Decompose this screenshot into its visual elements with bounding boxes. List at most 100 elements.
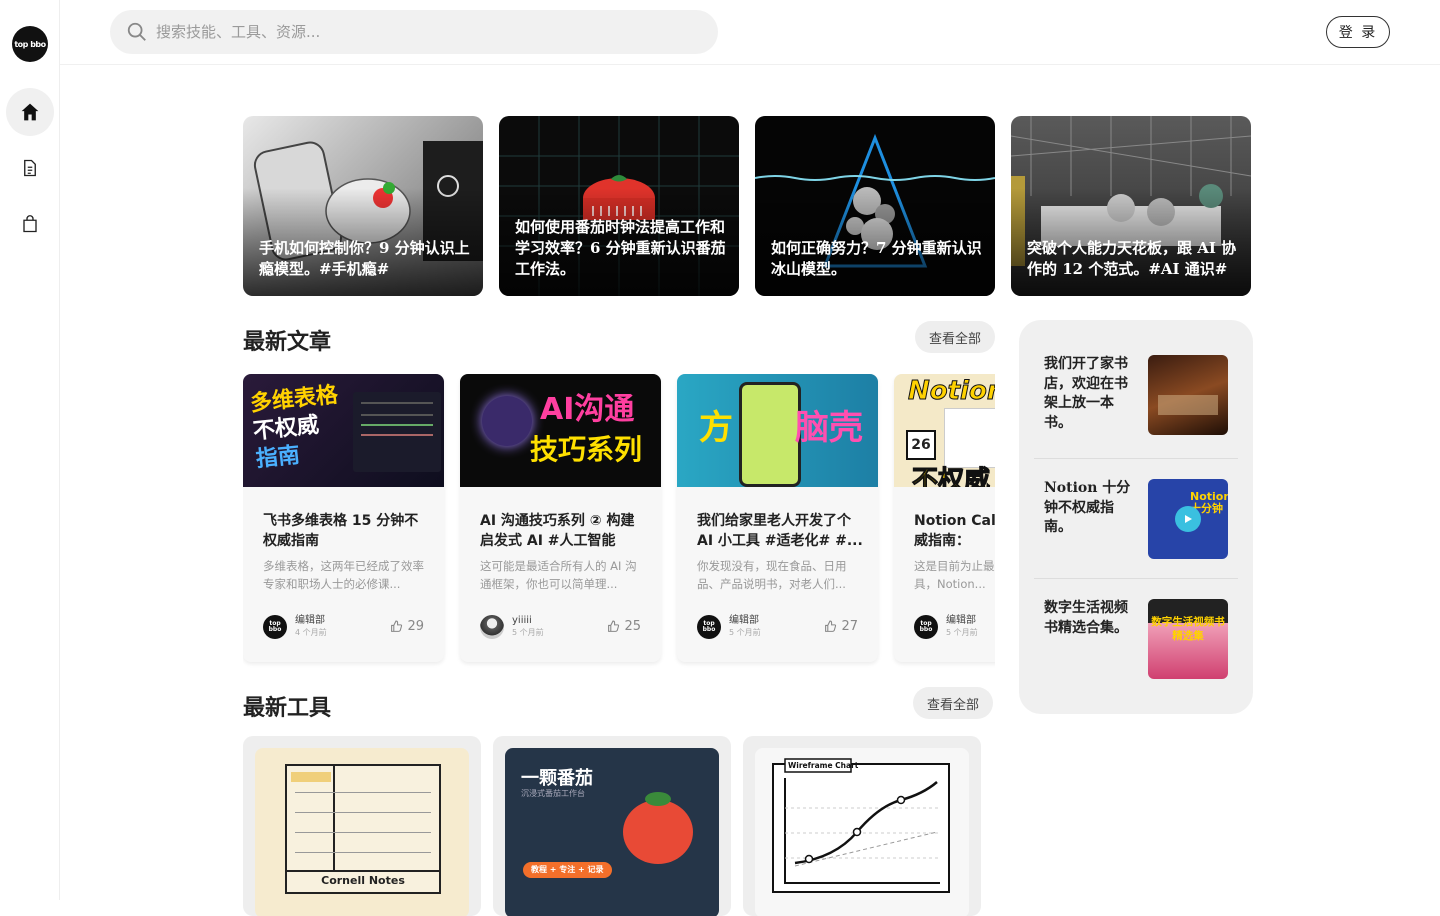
brain-illustration: [482, 396, 532, 446]
banner-card[interactable]: 手机如何控制你？9 分钟认识上瘾模型。#手机瘾#: [243, 116, 483, 296]
tool-subtitle: 沉浸式番茄工作台: [521, 789, 585, 798]
thumb-text: 26: [911, 437, 931, 453]
featured-panel: 我们开了家书店，欢迎在书架上放一本书。 Notion 十分钟不权威指南。 Not…: [1019, 320, 1253, 714]
avatar: top bbo: [263, 615, 287, 639]
featured-title: 数字生活视频书精选合集。: [1044, 600, 1128, 636]
banner-caption: 突破个人能力天花板，跟 AI 协作的 12 个范式。#AI 通识#: [1027, 239, 1237, 278]
view-all-tools-button[interactable]: 查看全部: [913, 687, 993, 719]
sidebar-item-home[interactable]: [6, 88, 54, 136]
thumb-text: Notion: [907, 376, 995, 407]
like-count: 29: [407, 619, 424, 634]
article-thumbnail: Notion 26 不权威: [894, 374, 995, 487]
thumb-text: 方: [699, 408, 733, 448]
banner-caption: 如何正确努力？7 分钟重新认识冰山模型。: [771, 239, 982, 278]
tool-preview: Wireframe Chart: [755, 748, 969, 916]
phone-illustration: [739, 382, 801, 487]
tool-card[interactable]: Cornell Notes: [243, 736, 481, 916]
thumb-text: 脑壳: [795, 408, 863, 448]
thumbs-up-icon: [825, 620, 837, 632]
home-icon: [21, 103, 39, 121]
avatar: [480, 615, 504, 639]
article-card[interactable]: AI沟通 技巧系列 AI 沟通技巧系列 ② 构建启发式 AI #人工智能 #..…: [460, 374, 661, 662]
tool-card[interactable]: 一颗番茄 沉浸式番茄工作台 教程 + 专注 + 记录: [493, 736, 731, 916]
featured-thumbnail: [1148, 355, 1228, 435]
like-button[interactable]: 29: [390, 619, 424, 634]
play-icon: [1175, 506, 1201, 532]
login-button[interactable]: 登 录: [1326, 16, 1390, 48]
tomato-illustration: [623, 800, 693, 864]
sidebar: top bbo: [0, 0, 60, 900]
tool-tag: 教程 + 专注 + 记录: [523, 862, 612, 878]
logo[interactable]: top bbo: [12, 26, 48, 62]
header: 登 录: [60, 0, 1440, 65]
banner-card[interactable]: 如何正确努力？7 分钟重新认识冰山模型。: [755, 116, 995, 296]
tool-preview: Cornell Notes: [255, 748, 469, 916]
article-author: yiiiii 5 个月前: [480, 615, 544, 639]
article-author: top bbo 编辑部 5 个月前: [697, 615, 761, 639]
banner-card[interactable]: 如何使用番茄时钟法提高工作和学习效率？6 分钟重新认识番茄工作法。: [499, 116, 739, 296]
shopping-bag-icon: [23, 215, 37, 233]
divider: [1034, 578, 1238, 579]
article-author: top bbo 编辑部 5 个月前: [914, 615, 978, 639]
sidebar-item-articles[interactable]: [6, 144, 54, 192]
article-desc: 这是目前为止最好用的日历工具，Notion...: [914, 559, 995, 591]
latest-tools-title: 最新工具: [243, 695, 332, 721]
featured-thumbnail: 数字生活视频书 精选集: [1148, 599, 1228, 679]
article-card[interactable]: 多维表格 不权威 指南 飞书多维表格 15 分钟不权威指南 多维表格，这两年已经…: [243, 374, 444, 662]
thumb-text: AI沟通: [540, 392, 635, 427]
featured-item[interactable]: Notion 十分钟不权威指南。 Notion 十分钟: [1034, 479, 1238, 599]
featured-thumbnail: Notion 十分钟: [1148, 479, 1228, 559]
tool-label: Cornell Notes: [321, 874, 405, 887]
divider: [1034, 458, 1238, 459]
article-author: top bbo 编辑部 4 个月前: [263, 615, 327, 639]
tool-preview: 一颗番茄 沉浸式番茄工作台 教程 + 专注 + 记录: [505, 748, 719, 916]
featured-title: 我们开了家书店，欢迎在书架上放一本书。: [1044, 356, 1128, 431]
author-name: 编辑部: [295, 615, 325, 626]
like-count: 25: [624, 619, 641, 634]
article-desc: 你发现没有，现在食品、日用品、产品说明书，对老人们...: [697, 559, 847, 591]
thumb-text: 数字生活视频书 精选集: [1151, 616, 1225, 642]
sidebar-item-shop[interactable]: [6, 200, 54, 248]
thumb-text: 技巧系列: [530, 433, 643, 466]
thumbs-up-icon: [608, 620, 620, 632]
author-name: yiiiii: [512, 615, 532, 626]
search-input[interactable]: [156, 23, 696, 41]
featured-title: Notion 十分钟不权威指南。: [1044, 480, 1131, 535]
tomato-leaf: [645, 792, 671, 806]
article-card[interactable]: Notion 26 不权威 Notion Calendar 不权威指南： 这是目…: [894, 374, 995, 662]
article-card[interactable]: 方 脑壳 我们给家里老人开发了个 AI 小工具 #适老化# #... 你发现没有…: [677, 374, 878, 662]
cornell-notes-illustration: Cornell Notes: [285, 764, 441, 894]
latest-articles-title: 最新文章: [243, 329, 332, 355]
banner-caption: 如何使用番茄时钟法提高工作和学习效率？6 分钟重新认识番茄工作法。: [515, 218, 726, 278]
thumbs-up-icon: [391, 620, 403, 632]
post-time: 4 个月前: [295, 628, 327, 637]
article-title: 我们给家里老人开发了个 AI 小工具 #适老化# #...: [697, 513, 863, 549]
avatar: top bbo: [697, 615, 721, 639]
like-count: 27: [841, 619, 858, 634]
article-title: Notion Calendar 不权威指南：: [914, 513, 995, 549]
view-all-articles-button[interactable]: 查看全部: [915, 321, 995, 353]
article-thumbnail: 多维表格 不权威 指南: [243, 374, 444, 487]
article-desc: 这可能是最适合所有人的 AI 沟通框架，你也可以简单理...: [480, 559, 637, 591]
article-thumbnail: AI沟通 技巧系列: [460, 374, 661, 487]
like-button[interactable]: 25: [607, 619, 641, 634]
article-carousel: 多维表格 不权威 指南 飞书多维表格 15 分钟不权威指南 多维表格，这两年已经…: [243, 374, 995, 670]
banner-caption: 手机如何控制你？9 分钟认识上瘾模型。#手机瘾#: [259, 239, 470, 278]
author-name: 编辑部: [729, 615, 759, 626]
featured-item[interactable]: 数字生活视频书精选合集。 数字生活视频书 精选集: [1034, 599, 1238, 719]
featured-item[interactable]: 我们开了家书店，欢迎在书架上放一本书。: [1034, 355, 1238, 475]
search-bar[interactable]: [110, 10, 718, 54]
article-title: 飞书多维表格 15 分钟不权威指南: [263, 513, 419, 549]
table-preview: [353, 392, 441, 472]
logo-text: top bbo: [14, 39, 46, 49]
post-time: 5 个月前: [512, 628, 544, 637]
document-icon: [24, 159, 36, 177]
tool-title: 一颗番茄: [521, 768, 593, 789]
article-thumbnail: 方 脑壳: [677, 374, 878, 487]
tool-card[interactable]: Wireframe Chart: [743, 736, 981, 916]
wireframe-chart-illustration: [772, 758, 950, 893]
article-desc: 多维表格，这两年已经成了效率专家和职场人士的必修课...: [263, 559, 424, 591]
banner-card[interactable]: 突破个人能力天花板，跟 AI 协作的 12 个范式。#AI 通识#: [1011, 116, 1251, 296]
like-button[interactable]: 27: [824, 619, 858, 634]
calendar-icon: 26: [906, 430, 936, 460]
